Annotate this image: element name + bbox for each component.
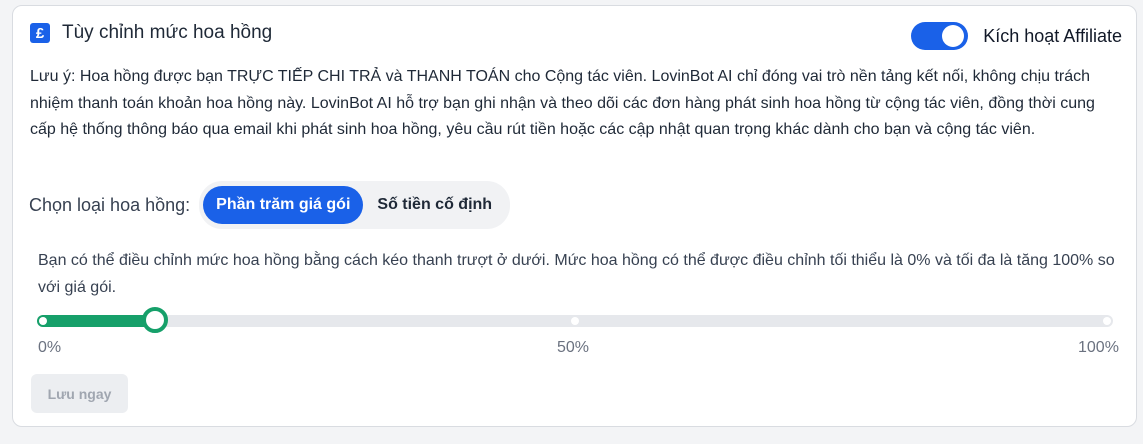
commission-slider[interactable] (37, 307, 1113, 333)
save-button[interactable]: Lưu ngay (31, 374, 128, 413)
toggle-knob (942, 25, 965, 47)
slider-mark-100 (1102, 317, 1111, 325)
slider-description: Bạn có thể điều chỉnh mức hoa hồng bằng … (38, 252, 1115, 296)
card-title: Tùy chỉnh mức hoa hồng (62, 22, 273, 43)
commission-type-label: Chọn loại hoa hồng: (29, 194, 191, 215)
commission-type-segmented-control: Phần trăm giá gói Số tiền cố định (199, 181, 511, 229)
commission-type-row: Chọn loại hoa hồng: Phần trăm giá gói Số… (29, 181, 511, 229)
slider-max-label: 100% (1078, 339, 1119, 356)
option-percent-button[interactable]: Phần trăm giá gói (203, 186, 364, 224)
pound-icon: £ (30, 23, 50, 43)
option-fixed-amount-button[interactable]: Số tiền cố định (363, 186, 506, 224)
slider-min-label: 0% (38, 339, 62, 356)
commission-note: Lưu ý: Hoa hồng được bạn TRỰC TIẾP CHI T… (30, 68, 1095, 138)
affiliate-toggle[interactable] (911, 22, 969, 50)
affiliate-toggle-group: Kích hoạt Affiliate (911, 22, 1122, 50)
slider-handle[interactable] (142, 307, 169, 333)
slider-fill (37, 315, 156, 327)
card-header: £ Tùy chỉnh mức hoa hồng (30, 22, 272, 44)
affiliate-toggle-label: Kích hoạt Affiliate (983, 25, 1122, 46)
slider-mark-50 (571, 317, 579, 325)
commission-settings-card: £ Tùy chỉnh mức hoa hồng Kích hoạt Affil… (12, 5, 1137, 427)
slider-mid-label: 50% (557, 339, 590, 356)
